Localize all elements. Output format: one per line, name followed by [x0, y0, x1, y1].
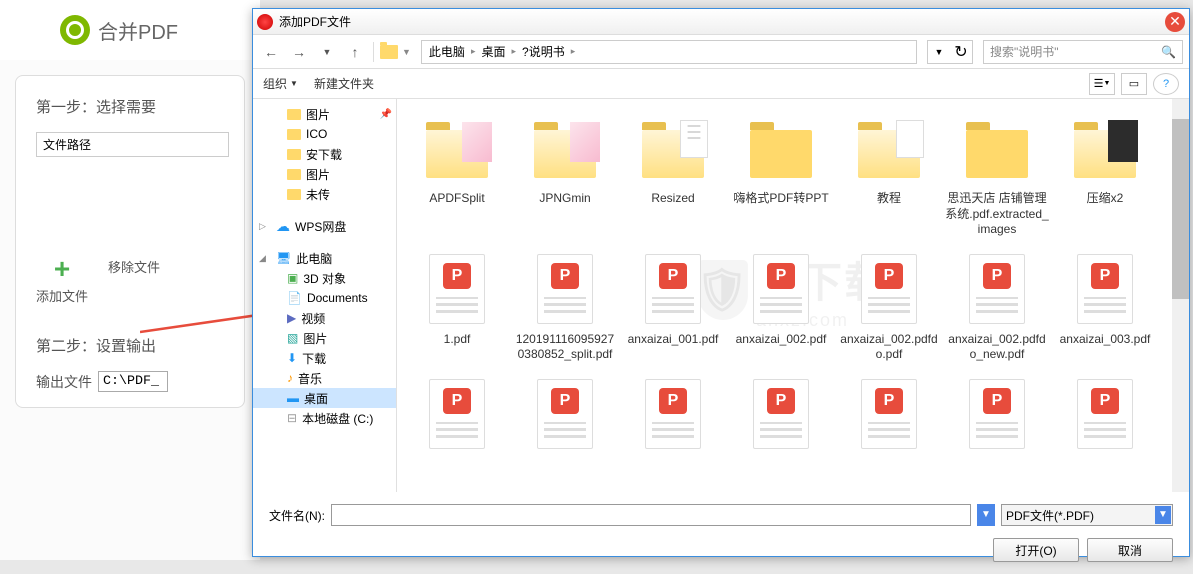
file-item[interactable]: P: [943, 375, 1051, 457]
file-path-column: 文件路径: [36, 132, 229, 157]
tree-item-下载[interactable]: ⬇下载: [253, 348, 396, 368]
tree-item-图片[interactable]: 图片📌: [253, 104, 396, 124]
file-item[interactable]: Panxaizai_002.pdfdo.pdf: [835, 250, 943, 363]
filename-label: 文件名(N):: [269, 507, 325, 524]
tree-item-图片[interactable]: 图片: [253, 164, 396, 184]
tree-item-ICO[interactable]: ICO: [253, 124, 396, 144]
step1-label: 第一步：选择需要: [36, 96, 229, 117]
merge-pdf-icon: [60, 15, 90, 45]
new-folder-button[interactable]: 新建文件夹: [314, 75, 374, 92]
dialog-icon: [257, 14, 273, 30]
cancel-button[interactable]: 取消: [1087, 538, 1173, 562]
organize-button[interactable]: 组织▼: [263, 75, 298, 92]
help-button[interactable]: ?: [1153, 73, 1179, 95]
file-item[interactable]: Panxaizai_002.pdf: [727, 250, 835, 363]
view-options-button[interactable]: ☰ ▼: [1089, 73, 1115, 95]
tree-item-此电脑[interactable]: ◢🖥此电脑: [253, 248, 396, 268]
breadcrumb[interactable]: 此电脑▸ 桌面▸ ?说明书▸: [421, 40, 917, 64]
file-item[interactable]: Panxaizai_003.pdf: [1051, 250, 1159, 363]
file-item[interactable]: P: [511, 375, 619, 457]
file-item[interactable]: P: [619, 375, 727, 457]
file-item[interactable]: ═════════Resized: [619, 109, 727, 238]
tree-item-Documents[interactable]: 📄Documents: [253, 288, 396, 308]
background-app: 合并PDF 第一步：选择需要 文件路径 + 添加文件 移除文件 第二步：设置输出…: [0, 0, 260, 560]
tree-item-未传[interactable]: 未传: [253, 184, 396, 204]
tree-item-音乐[interactable]: ♪音乐: [253, 368, 396, 388]
file-item[interactable]: Panxaizai_001.pdf: [619, 250, 727, 363]
remove-file-button[interactable]: 移除文件: [108, 257, 160, 305]
file-item[interactable]: P1201911160959270380852_split.pdf: [511, 250, 619, 363]
file-item[interactable]: 思迅天店 店铺管理系统.pdf.extracted_images: [943, 109, 1051, 238]
tree-item-WPS网盘[interactable]: ▷☁WPS网盘: [253, 216, 396, 236]
tree-item-3D 对象[interactable]: ▣3D 对象: [253, 268, 396, 288]
dialog-titlebar[interactable]: 添加PDF文件 ✕: [253, 9, 1189, 35]
tree-item-图片[interactable]: ▧图片: [253, 328, 396, 348]
nav-forward-button[interactable]: →: [287, 40, 311, 64]
filetype-filter[interactable]: PDF文件(*.PDF) ▼: [1001, 504, 1173, 526]
add-file-button[interactable]: + 添加文件: [36, 257, 88, 305]
dialog-footer: 文件名(N): ▼ PDF文件(*.PDF) ▼ 打开(O) 取消: [253, 492, 1189, 574]
tree-item-安下载[interactable]: 安下载: [253, 144, 396, 164]
file-item[interactable]: 嗨格式PDF转PPT: [727, 109, 835, 238]
file-item[interactable]: 教程: [835, 109, 943, 238]
dialog-title: 添加PDF文件: [279, 13, 1165, 30]
file-grid: 🛡 安下载 anxz.com APDFSplitJPNGmin═════════…: [397, 99, 1189, 492]
tree-item-桌面[interactable]: ▬桌面: [253, 388, 396, 408]
file-item[interactable]: 压缩x2: [1051, 109, 1159, 238]
file-item[interactable]: P: [403, 375, 511, 457]
bg-header: 合并PDF: [0, 0, 260, 60]
output-path-input[interactable]: [98, 371, 168, 392]
filename-input[interactable]: [331, 504, 971, 526]
folder-tree: 图片📌ICO安下载图片未传 ▷☁WPS网盘 ◢🖥此电脑▣3D 对象📄Document…: [253, 99, 397, 492]
dialog-toolbar: 组织▼ 新建文件夹 ☰ ▼ ▭ ?: [253, 69, 1189, 99]
file-item[interactable]: P1.pdf: [403, 250, 511, 363]
tree-item-本地磁盘 (C:)[interactable]: ⊟本地磁盘 (C:): [253, 408, 396, 428]
folder-icon: [380, 45, 398, 59]
nav-history-dropdown[interactable]: ▼: [315, 40, 339, 64]
plus-icon: +: [50, 257, 74, 281]
filename-dropdown[interactable]: ▼: [977, 504, 995, 526]
search-input[interactable]: 搜索"说明书" 🔍: [983, 40, 1183, 64]
file-item[interactable]: JPNGmin: [511, 109, 619, 238]
bg-title: 合并PDF: [98, 16, 178, 45]
annotation-arrow: [140, 310, 270, 345]
output-label: 输出文件: [36, 372, 92, 392]
nav-up-button[interactable]: ↑: [343, 40, 367, 64]
file-item[interactable]: APDFSplit: [403, 109, 511, 238]
dropdown-icon[interactable]: ▼: [928, 41, 950, 63]
folder-dropdown-icon[interactable]: ▼: [402, 47, 411, 57]
search-icon: 🔍: [1161, 45, 1176, 59]
refresh-button[interactable]: ↻: [950, 41, 972, 63]
navigation-bar: ← → ▼ ↑ ▼ 此电脑▸ 桌面▸ ?说明书▸ ▼ ↻ 搜索"说明书" 🔍: [253, 35, 1189, 69]
preview-pane-button[interactable]: ▭: [1121, 73, 1147, 95]
file-item[interactable]: P: [727, 375, 835, 457]
file-item[interactable]: Panxaizai_002.pdfdo_new.pdf: [943, 250, 1051, 363]
file-item[interactable]: P: [835, 375, 943, 457]
nav-back-button[interactable]: ←: [259, 40, 283, 64]
file-item[interactable]: P: [1051, 375, 1159, 457]
tree-item-视频[interactable]: ▶视频: [253, 308, 396, 328]
open-button[interactable]: 打开(O): [993, 538, 1079, 562]
close-button[interactable]: ✕: [1165, 12, 1185, 32]
file-open-dialog: 添加PDF文件 ✕ ← → ▼ ↑ ▼ 此电脑▸ 桌面▸ ?说明书▸ ▼ ↻ 搜…: [252, 8, 1190, 557]
